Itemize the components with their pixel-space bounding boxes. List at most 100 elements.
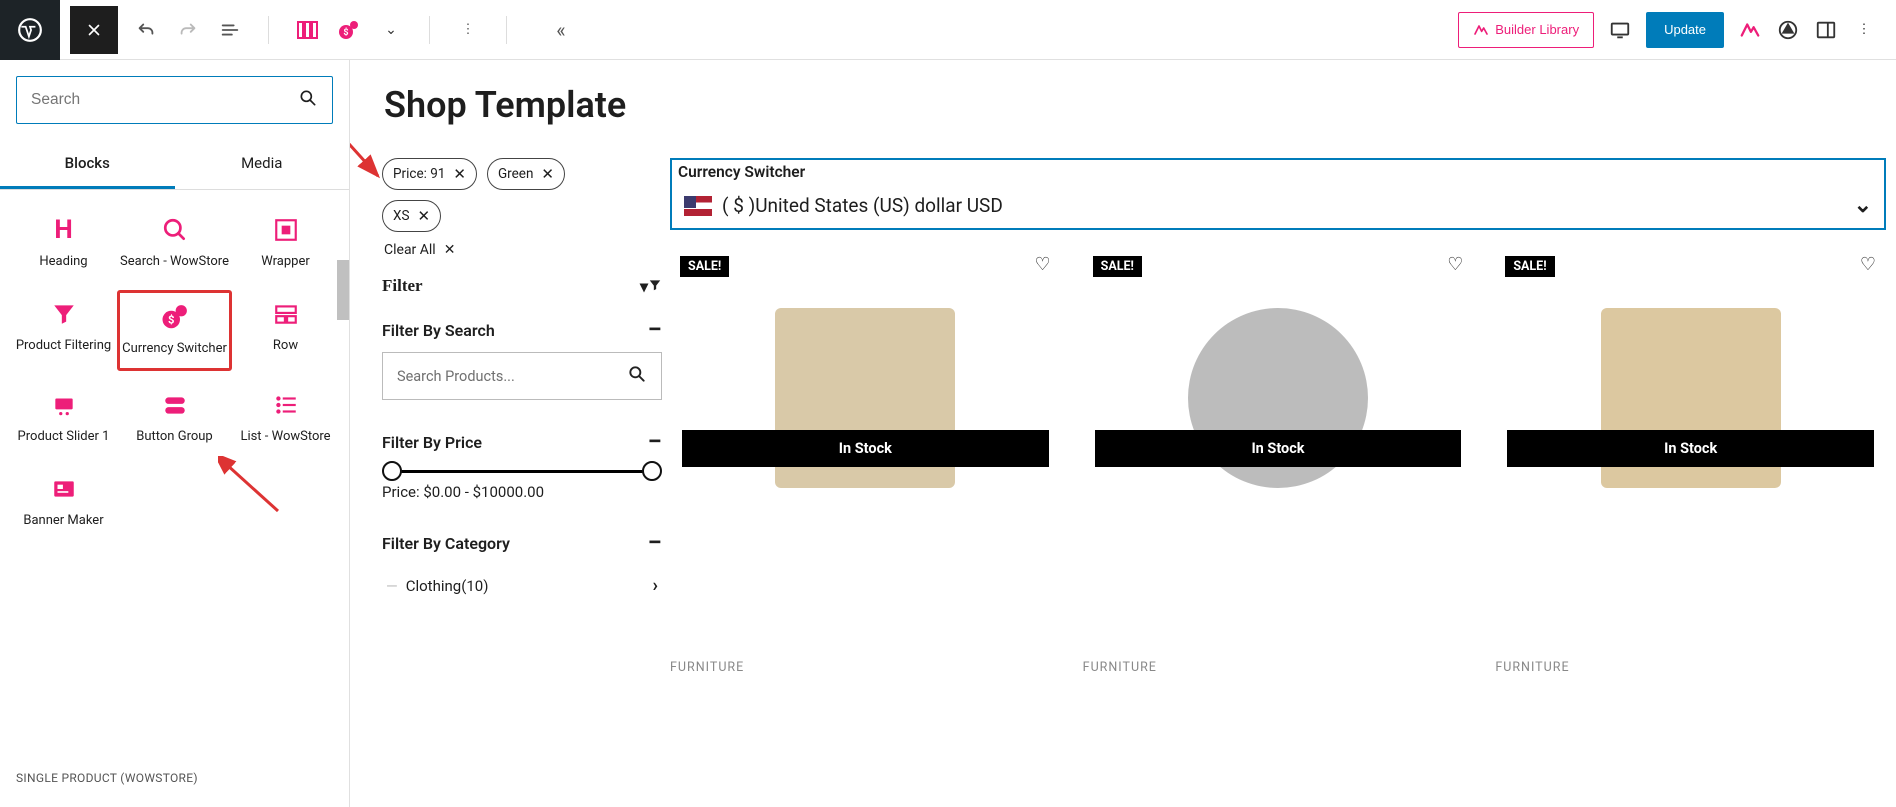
filter-by-category-header[interactable]: Filter By Category −: [382, 534, 662, 553]
product-card[interactable]: SALE! ♡ In Stock FURNITURE: [670, 248, 1061, 675]
wowstore-icon[interactable]: [1738, 18, 1762, 42]
collapse-icon[interactable]: −: [647, 324, 662, 337]
close-icon[interactable]: ✕: [417, 207, 430, 225]
currency-switcher-block[interactable]: Currency Switcher ( $ )United States (US…: [670, 158, 1886, 230]
update-button[interactable]: Update: [1646, 12, 1724, 48]
block-banner-maker[interactable]: Banner Maker: [8, 473, 119, 529]
us-flag-icon: [684, 196, 712, 216]
page-title[interactable]: Shop Template: [350, 60, 1896, 144]
filter-chip-xs[interactable]: XS ✕: [382, 200, 441, 232]
block-product-slider[interactable]: Product Slider 1: [8, 389, 119, 445]
block-search-wowstore[interactable]: Search - WowStore: [119, 214, 230, 270]
wishlist-icon[interactable]: ♡: [1447, 254, 1463, 275]
toolbar-separator: [506, 16, 507, 44]
block-label: Banner Maker: [23, 513, 103, 529]
filter-section-label: Filter By Price: [382, 433, 482, 452]
collapse-icon[interactable]: −: [647, 537, 662, 550]
filter-heading-label: Filter: [382, 276, 423, 296]
filter-search-input[interactable]: Search Products...: [382, 352, 662, 400]
category-label: Clothing(10): [406, 577, 489, 595]
chip-label: XS: [393, 208, 409, 224]
redo-icon[interactable]: [176, 18, 200, 42]
category-item-clothing[interactable]: —Clothing(10) ›: [382, 565, 662, 606]
price-slider-max-handle[interactable]: [642, 461, 662, 481]
block-search-input[interactable]: [31, 91, 298, 109]
workspace: Blocks Media H Heading Search - WowStore…: [0, 60, 1896, 807]
product-card[interactable]: SALE! ♡ In Stock FURNITURE: [1495, 248, 1886, 675]
clear-all-label: Clear All: [384, 242, 436, 258]
more-vertical-icon[interactable]: ⋮: [1852, 18, 1876, 42]
currency-dropdown[interactable]: ( $ )United States (US) dollar USD ⌄: [672, 187, 1884, 228]
sale-badge: SALE!: [1505, 256, 1554, 277]
chevron-down-icon[interactable]: ⌄: [1854, 193, 1872, 218]
block-search-field[interactable]: [16, 76, 333, 124]
products-area: Currency Switcher ( $ )United States (US…: [670, 144, 1896, 675]
filter-heading: Filter ▾: [382, 276, 662, 296]
tab-blocks[interactable]: Blocks: [0, 140, 175, 189]
collapse-panel-icon[interactable]: «: [549, 18, 573, 42]
close-icon[interactable]: ✕: [541, 165, 554, 183]
block-label: Currency Switcher: [122, 341, 227, 357]
undo-icon[interactable]: [134, 18, 158, 42]
chip-label: Price: 91: [393, 166, 445, 182]
funnel-icon[interactable]: ▾: [640, 277, 662, 296]
block-heading[interactable]: H Heading: [8, 214, 119, 270]
product-category: FURNITURE: [1495, 660, 1886, 675]
close-icon[interactable]: ✕: [453, 165, 466, 183]
search-placeholder: Search Products...: [397, 368, 515, 385]
editor-canvas: Shop Template Price: 91 ✕ Green ✕ XS ✕ Clea…: [350, 60, 1896, 807]
wishlist-icon[interactable]: ♡: [1860, 254, 1876, 275]
close-icon: ✕: [444, 242, 456, 258]
filter-by-search-header[interactable]: Filter By Search −: [382, 321, 662, 340]
sale-badge: SALE!: [680, 256, 729, 277]
view-devices-icon[interactable]: [1608, 18, 1632, 42]
wishlist-icon[interactable]: ♡: [1035, 254, 1051, 275]
sidebar-toggle-icon[interactable]: [1814, 18, 1838, 42]
collapse-icon[interactable]: −: [647, 436, 662, 449]
currency-block-title: Currency Switcher: [672, 160, 1884, 187]
clear-all-filters[interactable]: Clear All ✕: [384, 242, 662, 258]
block-list-wowstore[interactable]: List - WowStore: [230, 389, 341, 445]
filter-chip-green[interactable]: Green ✕: [487, 158, 565, 190]
builder-library-label: Builder Library: [1495, 22, 1579, 37]
price-slider[interactable]: [390, 470, 654, 473]
toolbar-chevron-down-icon[interactable]: ⌄: [379, 18, 403, 42]
product-card[interactable]: SALE! ♡ In Stock FURNITURE: [1083, 248, 1474, 675]
filter-section-label: Filter By Search: [382, 321, 495, 340]
heading-icon: H: [48, 214, 80, 246]
close-inserter-button[interactable]: [70, 6, 118, 54]
tab-media[interactable]: Media: [175, 140, 350, 189]
filter-section-label: Filter By Category: [382, 534, 510, 553]
price-slider-min-handle[interactable]: [382, 461, 402, 481]
search-icon[interactable]: [627, 364, 647, 389]
filter-chip-price[interactable]: Price: 91 ✕: [382, 158, 477, 190]
stock-label: In Stock: [1507, 430, 1874, 467]
block-label: Button Group: [136, 429, 212, 445]
toolbar-separator: [268, 16, 269, 44]
blocks-grid: H Heading Search - WowStore Wrapper Prod…: [0, 190, 349, 537]
builder-library-button[interactable]: Builder Library: [1458, 12, 1594, 48]
block-product-filtering[interactable]: Product Filtering: [8, 298, 119, 360]
filter-sidebar: Price: 91 ✕ Green ✕ XS ✕ Clear All ✕ Filter …: [370, 144, 670, 675]
columns-icon[interactable]: [295, 18, 319, 42]
filter-by-price-header[interactable]: Filter By Price −: [382, 433, 662, 452]
chip-label: Green: [498, 166, 533, 182]
stock-label: In Stock: [682, 430, 1049, 467]
svg-text:$: $: [343, 27, 348, 38]
document-overview-icon[interactable]: [218, 18, 242, 42]
product-image: [1083, 248, 1474, 548]
block-currency-switcher[interactable]: $ Currency Switcher: [117, 290, 232, 370]
row-icon: [270, 298, 302, 330]
more-options-icon[interactable]: ⋮: [456, 18, 480, 42]
sidebar-scrollbar[interactable]: [337, 260, 349, 320]
product-image: [670, 248, 1061, 548]
block-button-group[interactable]: Button Group: [119, 389, 230, 445]
search-icon: [298, 88, 318, 113]
currency-block-icon[interactable]: $: [337, 18, 361, 42]
block-row[interactable]: Row: [230, 298, 341, 360]
block-label: Search - WowStore: [120, 254, 229, 270]
plugin-icon[interactable]: [1776, 18, 1800, 42]
block-label: Product Filtering: [16, 338, 111, 354]
wordpress-logo[interactable]: [0, 0, 60, 60]
block-wrapper[interactable]: Wrapper: [230, 214, 341, 270]
